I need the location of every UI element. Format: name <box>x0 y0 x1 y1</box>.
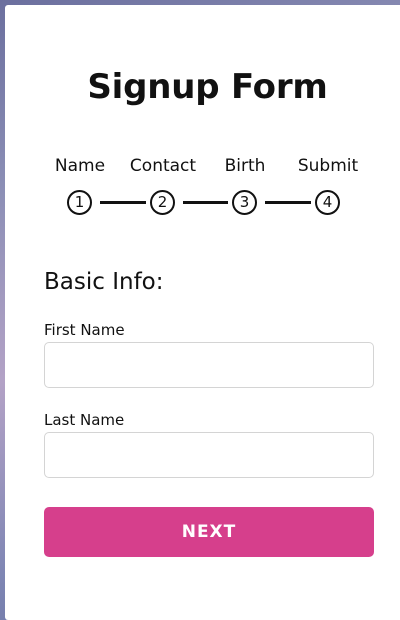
section-heading: Basic Info: <box>44 269 164 295</box>
signup-card: Signup Form Name Contact Birth Submit 1 … <box>5 5 400 620</box>
first-name-label: First Name <box>44 321 125 339</box>
step-label-birth: Birth <box>224 156 266 176</box>
last-name-input[interactable] <box>44 432 374 478</box>
step-indicator-3: 3 <box>232 190 257 215</box>
step-connector <box>100 201 146 204</box>
step-label-name: Name <box>54 156 106 176</box>
step-indicator-1: 1 <box>67 190 92 215</box>
next-button[interactable]: NEXT <box>44 507 374 557</box>
last-name-label: Last Name <box>44 411 125 429</box>
step-indicator-4: 4 <box>315 190 340 215</box>
step-label-submit: Submit <box>297 156 359 176</box>
step-connector <box>183 201 228 204</box>
first-name-input[interactable] <box>44 342 374 388</box>
form-title: Signup Form <box>87 67 328 107</box>
step-connector <box>265 201 311 204</box>
step-indicator-2: 2 <box>150 190 175 215</box>
step-label-contact: Contact <box>129 156 197 176</box>
